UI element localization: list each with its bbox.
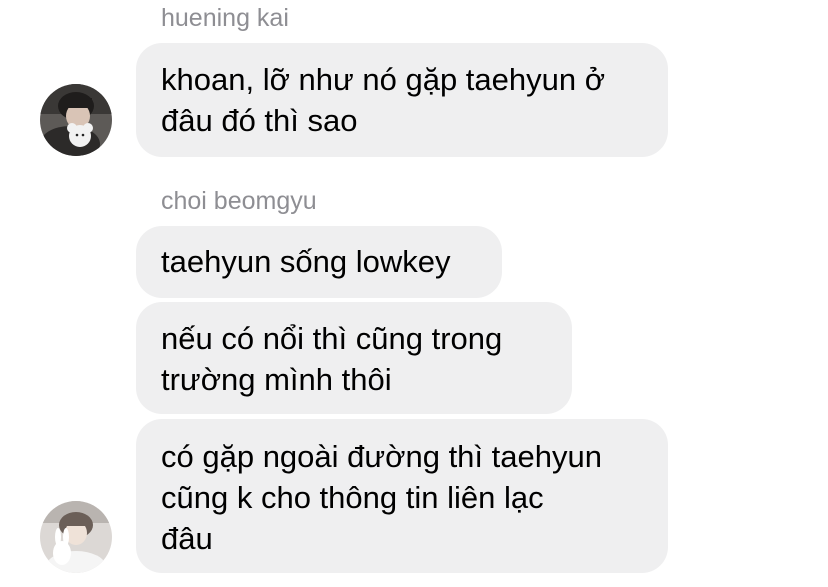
message-text-line: trường mình thôi	[161, 362, 392, 397]
message-bubble[interactable]: có gặp ngoài đường thì taehyun cũng k ch…	[136, 419, 668, 573]
message-text-line: khoan, lỡ như nó gặp taehyun ở	[161, 62, 606, 97]
message-bubble[interactable]: nếu có nổi thì cũng trong trường mình th…	[136, 302, 572, 414]
message-bubble[interactable]: taehyun sống lowkey	[136, 226, 502, 298]
message-text-line: có gặp ngoài đường thì taehyun	[161, 439, 602, 474]
avatar[interactable]	[40, 501, 112, 573]
sender-name: choi beomgyu	[161, 187, 317, 215]
message-text-line: đâu đó thì sao	[161, 103, 358, 138]
message-text-line: nếu có nổi thì cũng trong	[161, 321, 503, 356]
sender-name: huening kai	[161, 4, 289, 32]
profile-photo-icon	[40, 84, 112, 156]
avatar[interactable]	[40, 84, 112, 156]
message-text-line: cũng k cho thông tin liên lạc	[161, 480, 544, 515]
profile-photo-icon	[40, 501, 112, 573]
message-text-line: taehyun sống lowkey	[161, 244, 451, 279]
message-text-line: đâu	[161, 521, 213, 556]
message-bubble[interactable]: khoan, lỡ như nó gặp taehyun ở đâu đó th…	[136, 43, 668, 157]
